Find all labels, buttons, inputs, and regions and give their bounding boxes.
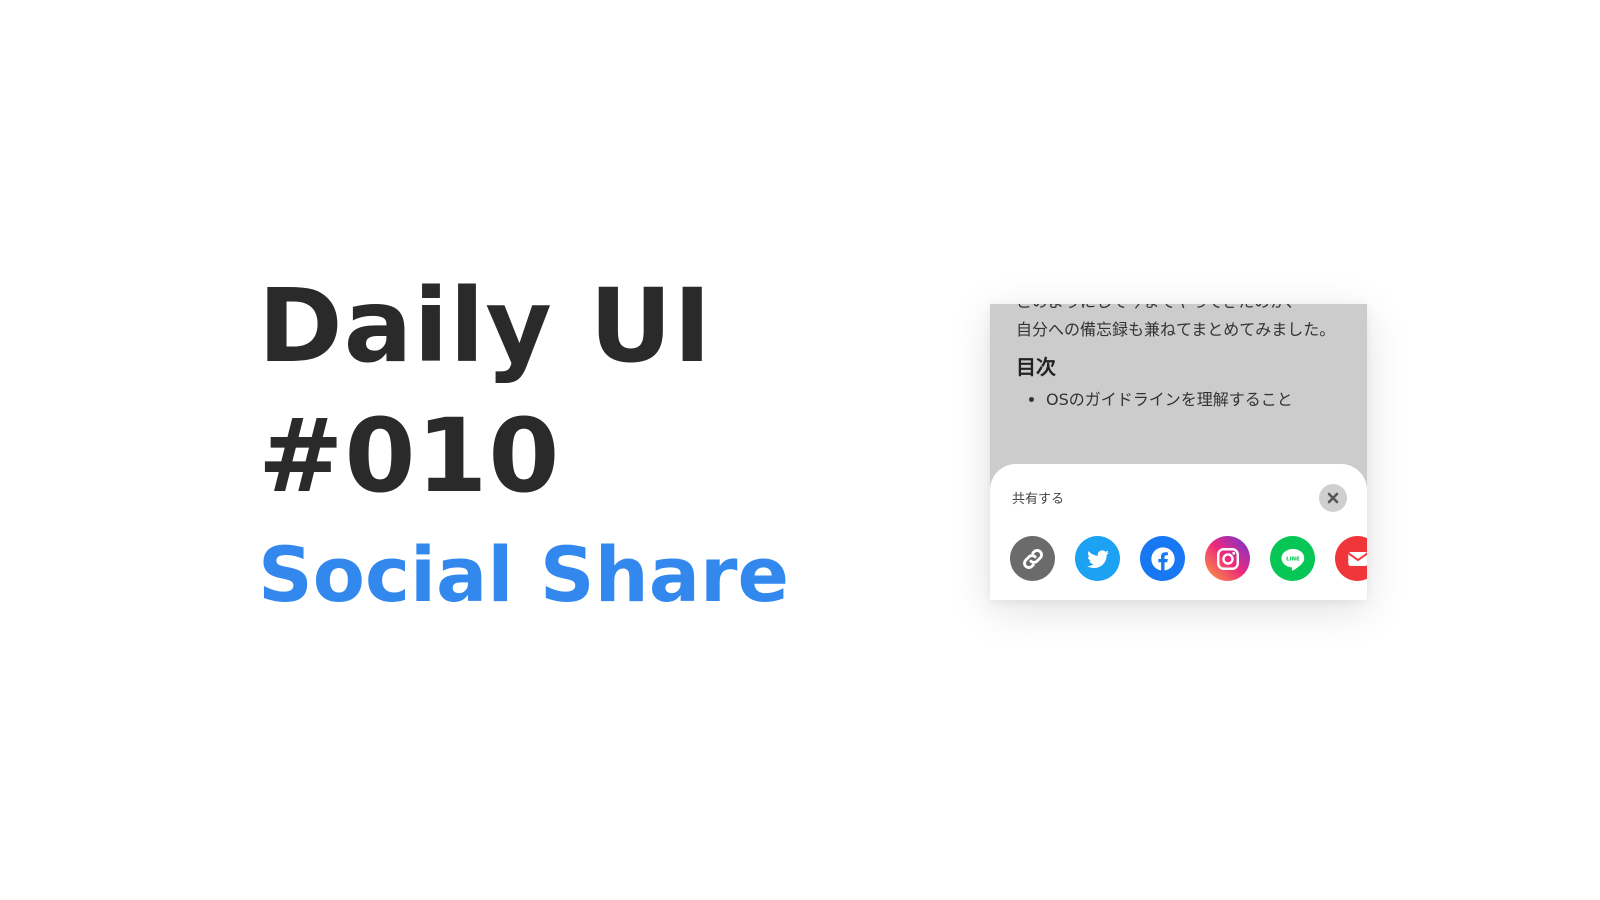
instagram-icon xyxy=(1216,547,1239,570)
line-icon: LINE xyxy=(1281,548,1304,571)
copy-link-button[interactable] xyxy=(1010,536,1055,581)
article-content: このようにして今までやってきたのか、 自分への備忘録も兼ねてまとめてみました。 … xyxy=(1016,304,1347,414)
article-paragraph: 自分への備忘録も兼ねてまとめてみました。 xyxy=(1016,320,1336,339)
twitter-share-button[interactable] xyxy=(1075,536,1120,581)
article-paragraph-top: このようにして今までやってきたのか、 xyxy=(1016,304,1347,316)
line-icon-text: LINE xyxy=(1286,556,1300,562)
share-sheet-title: 共有する xyxy=(1012,492,1065,507)
share-sheet: 共有する LINE xyxy=(990,464,1367,600)
line-share-button[interactable]: LINE xyxy=(1270,536,1315,581)
phone-preview: このようにして今までやってきたのか、 自分への備忘録も兼ねてまとめてみました。 … xyxy=(990,304,1367,600)
twitter-icon xyxy=(1086,549,1109,568)
headline-subtitle: Social Share xyxy=(258,530,789,619)
toc-list: OSのガイドラインを理解すること xyxy=(1016,386,1347,414)
title-line-2: #010 xyxy=(258,397,561,516)
close-icon xyxy=(1327,492,1339,504)
headline-block: Daily UI #010 Social Share xyxy=(258,262,878,620)
toc-heading: 目次 xyxy=(1016,355,1056,379)
close-button[interactable] xyxy=(1319,484,1347,512)
mail-share-button[interactable] xyxy=(1335,536,1367,581)
mail-icon xyxy=(1347,551,1367,566)
share-buttons-row: LINE xyxy=(1010,536,1367,581)
link-icon xyxy=(1022,548,1043,569)
instagram-share-button[interactable] xyxy=(1205,536,1250,581)
facebook-share-button[interactable] xyxy=(1140,536,1185,581)
toc-item[interactable]: OSのガイドラインを理解すること xyxy=(1046,386,1347,414)
title-line-1: Daily UI xyxy=(258,267,713,386)
facebook-icon xyxy=(1150,546,1175,571)
